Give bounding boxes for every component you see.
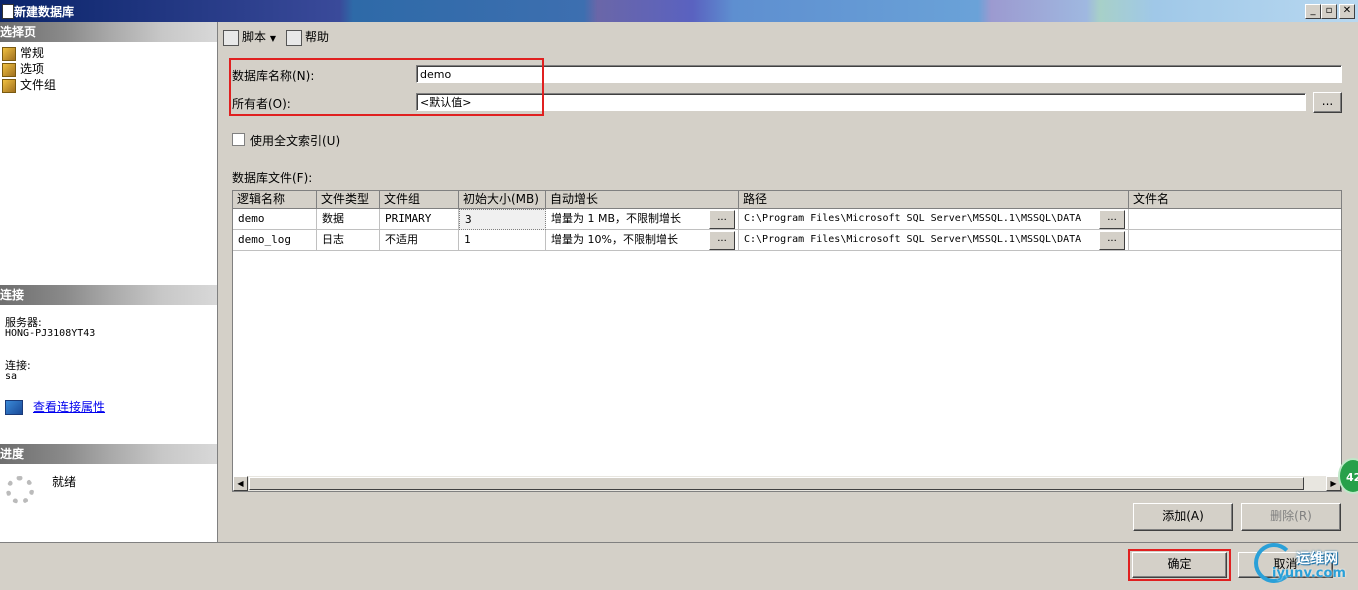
table-cell[interactable]: 不适用 [380, 230, 459, 251]
maximize-button[interactable]: ▫ [1321, 4, 1337, 19]
table-cell[interactable] [1129, 230, 1341, 251]
page-item-options[interactable]: 选项 [2, 61, 44, 77]
table-cell[interactable]: demo [233, 209, 317, 230]
script-icon [223, 29, 239, 46]
db-files-grid[interactable]: 逻辑名称 文件类型 文件组 初始大小(MB) 自动增长 路径 文件名 demo … [232, 190, 1342, 492]
column-header[interactable]: 文件名 [1129, 191, 1341, 209]
fulltext-checkbox[interactable] [232, 133, 245, 146]
select-page-header: 选择页 [0, 22, 217, 42]
highlight-box [1128, 549, 1231, 581]
progress-spinner-icon [6, 476, 34, 504]
column-header[interactable]: 逻辑名称 [233, 191, 317, 209]
column-header[interactable]: 自动增长 [546, 191, 739, 209]
table-cell[interactable]: C:\Program Files\Microsoft SQL Server\MS… [739, 230, 1129, 251]
separator [0, 542, 1358, 543]
highlight-box [229, 58, 544, 116]
minimize-button[interactable]: _ [1305, 4, 1321, 19]
connection-header: 连接 [0, 285, 217, 305]
page-item-label: 常规 [20, 46, 45, 60]
close-button[interactable]: ✕ [1339, 4, 1355, 19]
owner-browse-button[interactable]: ... [1313, 92, 1342, 113]
left-pane: 选择页 常规 选项 文件组 连接 服务器: HONG-PJ3108YT43 连接… [0, 22, 218, 542]
title-bar[interactable]: 新建数据库 _ ▫ ✕ [0, 0, 1358, 22]
watermark-site-cn: 运维网 [1296, 551, 1338, 567]
help-icon [286, 29, 302, 46]
progress-status: 就绪 [52, 475, 77, 489]
column-header[interactable]: 文件组 [380, 191, 459, 209]
growth-browse-button[interactable]: ... [709, 210, 735, 229]
add-button[interactable]: 添加(A) [1133, 503, 1233, 531]
table-cell[interactable]: 1 [459, 230, 546, 251]
progress-header: 进度 [0, 444, 217, 464]
table-cell[interactable]: 数据 [317, 209, 380, 230]
db-files-label: 数据库文件(F): [232, 171, 313, 185]
table-cell[interactable]: 3 [459, 209, 546, 230]
table-cell[interactable]: 日志 [317, 230, 380, 251]
growth-browse-button[interactable]: ... [709, 231, 735, 250]
connection-value: sa [5, 371, 18, 382]
table-cell[interactable]: PRIMARY [380, 209, 459, 230]
column-header[interactable]: 初始大小(MB) [459, 191, 546, 209]
db-name-input[interactable]: demo [416, 65, 1342, 83]
view-connection-properties-link[interactable]: 查看连接属性 [33, 398, 105, 415]
dropdown-arrow-icon: ▼ [269, 34, 276, 43]
page-wrench-icon [2, 78, 16, 93]
table-cell[interactable] [1129, 209, 1341, 230]
help-button[interactable]: 帮助 [286, 28, 329, 46]
table-cell[interactable]: demo_log [233, 230, 317, 251]
page-item-filegroups[interactable]: 文件组 [2, 77, 56, 93]
scroll-thumb[interactable] [249, 477, 1304, 490]
connection-properties-icon [5, 400, 23, 415]
server-value: HONG-PJ3108YT43 [5, 328, 96, 339]
path-browse-button[interactable]: ... [1099, 210, 1125, 229]
window-title: 新建数据库 [14, 5, 75, 19]
path-browse-button[interactable]: ... [1099, 231, 1125, 250]
script-button[interactable]: 脚本 ▼ [223, 28, 276, 46]
watermark-site-en: iyunv.com [1272, 566, 1346, 581]
column-header[interactable]: 文件类型 [317, 191, 380, 209]
page-item-general[interactable]: 常规 [2, 45, 44, 61]
window-icon [2, 4, 14, 19]
page-wrench-icon [2, 46, 16, 61]
page-item-label: 文件组 [20, 78, 57, 92]
horizontal-scrollbar[interactable]: ◀ ▶ [233, 476, 1341, 491]
fulltext-label: 使用全文索引(U) [250, 134, 341, 148]
scroll-left-icon[interactable]: ◀ [233, 476, 248, 491]
table-cell[interactable]: C:\Program Files\Microsoft SQL Server\MS… [739, 209, 1129, 230]
page-item-label: 选项 [20, 62, 45, 76]
column-header[interactable]: 路径 [739, 191, 1129, 209]
toolbar: 脚本 ▼ 帮助 [218, 22, 1358, 50]
page-wrench-icon [2, 62, 16, 77]
remove-button[interactable]: 删除(R) [1241, 503, 1341, 531]
owner-input[interactable]: <默认值> [416, 93, 1306, 111]
